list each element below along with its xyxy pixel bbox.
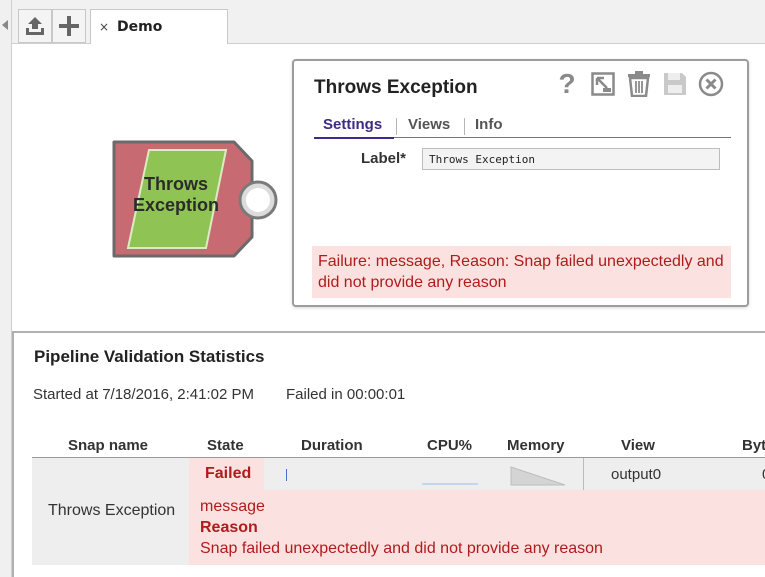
stats-started-at: Started at 7/18/2016, 2:41:02 PM (33, 386, 254, 403)
snap-label: Throws Exception (126, 174, 226, 216)
tab-separator (396, 118, 397, 135)
export-button[interactable] (589, 69, 617, 99)
label-field-label: Label* (361, 150, 407, 167)
label-input[interactable]: Throws Exception (422, 148, 720, 170)
popup-title: Throws Exception (314, 77, 478, 98)
memory-sparkline (510, 466, 566, 486)
snap-label-line1: Throws (143, 174, 208, 194)
row-error-reason-label: Reason (200, 519, 258, 536)
row-error-reason: Snap failed unexpectedly and did not pro… (200, 540, 603, 557)
tab-close-icon[interactable]: × (99, 20, 109, 34)
error-message: Failure: message, Reason: Snap failed un… (312, 246, 731, 298)
help-icon: ? (558, 68, 576, 99)
snap-label-line2: Exception (132, 195, 220, 215)
tab-separator (464, 118, 465, 135)
settings-tabs: Settings Views Info (314, 116, 731, 139)
collapse-arrow-icon[interactable] (2, 20, 8, 30)
snap-settings-popup: Throws Exception ? Settings Views Info L… (292, 59, 749, 307)
tab-title: Demo (117, 19, 163, 35)
row-snap-name: Throws Exception (48, 502, 176, 519)
active-tab-indicator (314, 137, 394, 139)
col-memory: Memory (507, 437, 565, 454)
col-view: View (621, 437, 655, 454)
col-state: State (207, 437, 244, 454)
help-button[interactable]: ? (553, 69, 581, 99)
designer-window: × Demo Throws Exception Throws Exception… (0, 0, 765, 577)
col-duration: Duration (301, 437, 363, 454)
stats-title: Pipeline Validation Statistics (34, 347, 265, 366)
tab-bar: × Demo (12, 0, 765, 45)
save-button[interactable] (661, 69, 689, 99)
col-bytes: Byt (742, 437, 765, 454)
plus-icon (59, 16, 79, 36)
duration-bar (286, 469, 287, 481)
col-cpu: CPU% (427, 437, 473, 454)
upload-icon (26, 17, 44, 35)
upload-button[interactable] (18, 9, 52, 43)
row-error-message: message (200, 498, 265, 515)
close-button[interactable] (697, 69, 725, 99)
pipeline-validation-stats: Pipeline Validation Statistics Started a… (12, 331, 765, 577)
export-icon (591, 72, 615, 96)
stats-failed-in: Failed in 00:00:01 (286, 386, 406, 403)
tab-settings[interactable]: Settings (323, 116, 382, 133)
delete-button[interactable] (625, 69, 653, 99)
tab-info[interactable]: Info (475, 116, 503, 133)
tab-demo[interactable]: × Demo (90, 9, 228, 45)
view-divider (583, 458, 584, 490)
left-panel-strip[interactable] (0, 0, 12, 577)
save-icon (664, 73, 686, 95)
popup-toolbar: ? (553, 69, 725, 99)
col-snap-name: Snap name (68, 437, 149, 454)
status-badge: Failed (205, 465, 252, 482)
add-button[interactable] (52, 9, 86, 43)
trash-icon (628, 71, 650, 97)
close-icon (698, 71, 724, 97)
cpu-sparkline (422, 483, 478, 485)
snap-throws-exception[interactable]: Throws Exception (108, 136, 288, 266)
tab-views[interactable]: Views (408, 116, 450, 133)
row-view: output0 (611, 466, 662, 483)
